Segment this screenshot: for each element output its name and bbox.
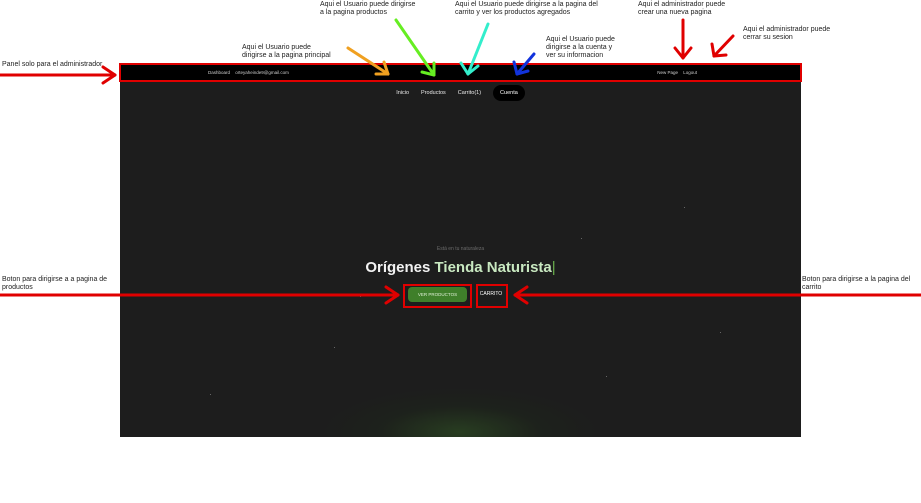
- annotation-arrows: [0, 18, 921, 305]
- arrow-icon: [0, 65, 117, 85]
- arrow-icon: [0, 285, 400, 305]
- arrow-icon: [459, 22, 490, 76]
- arrow-icon: [513, 285, 921, 305]
- arrow-icon: [673, 18, 693, 60]
- arrow-icon: [394, 18, 436, 77]
- arrow-icon: [346, 46, 390, 76]
- arrow-icon: [710, 34, 735, 58]
- arrow-icon: [512, 52, 536, 76]
